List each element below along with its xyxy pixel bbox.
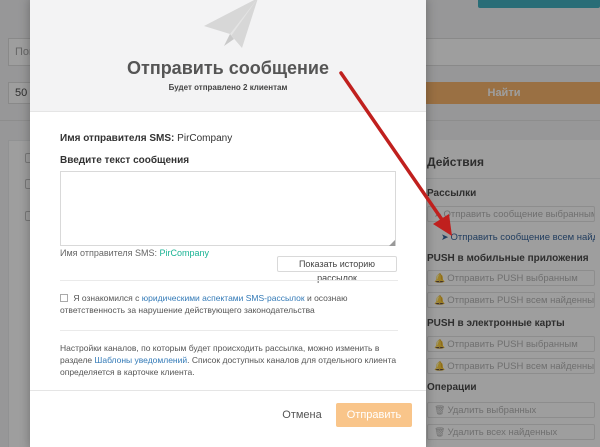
send-message-modal: Отправить сообщение Будет отправлено 2 к… [30, 0, 426, 447]
send-button[interactable]: Отправить [336, 403, 412, 427]
sender-hint: Имя отправителя SMS: PirCompany [60, 248, 209, 258]
modal-header: Отправить сообщение Будет отправлено 2 к… [30, 0, 426, 112]
message-textarea[interactable] [60, 171, 396, 246]
show-history-button[interactable]: Показать историю рассылок [277, 256, 397, 283]
resize-handle-icon[interactable]: ◢ [389, 238, 395, 247]
sms-sender-line: Имя отправителя SMS: PirCompany [60, 133, 232, 144]
agreement-checkbox[interactable] [60, 294, 68, 302]
channels-note: Настройки каналов, по которым будет прои… [60, 342, 400, 378]
modal-subtitle: Будет отправлено 2 клиентам [168, 83, 288, 92]
agreement-prefix: Я ознакомился с [73, 293, 140, 303]
sms-sender-value: PirCompany [177, 133, 233, 144]
sender-hint-link[interactable]: PirCompany [160, 248, 210, 258]
legal-aspects-link[interactable]: юридическими аспектами SMS-рассылок [142, 293, 305, 303]
legal-agreement: Я ознакомился с юридическими аспектами S… [60, 292, 400, 316]
message-label: Введите текст сообщения [60, 155, 190, 166]
sms-sender-label: Имя отправителя SMS: [60, 133, 175, 144]
cancel-button[interactable]: Отмена [278, 407, 326, 423]
notification-templates-link[interactable]: Шаблоны уведомлений [95, 355, 188, 365]
modal-title: Отправить сообщение [127, 58, 329, 78]
sender-hint-label: Имя отправителя SMS: [60, 248, 158, 258]
divider [60, 280, 398, 281]
paper-plane-icon [204, 0, 258, 48]
divider [30, 390, 426, 391]
divider [60, 330, 398, 331]
